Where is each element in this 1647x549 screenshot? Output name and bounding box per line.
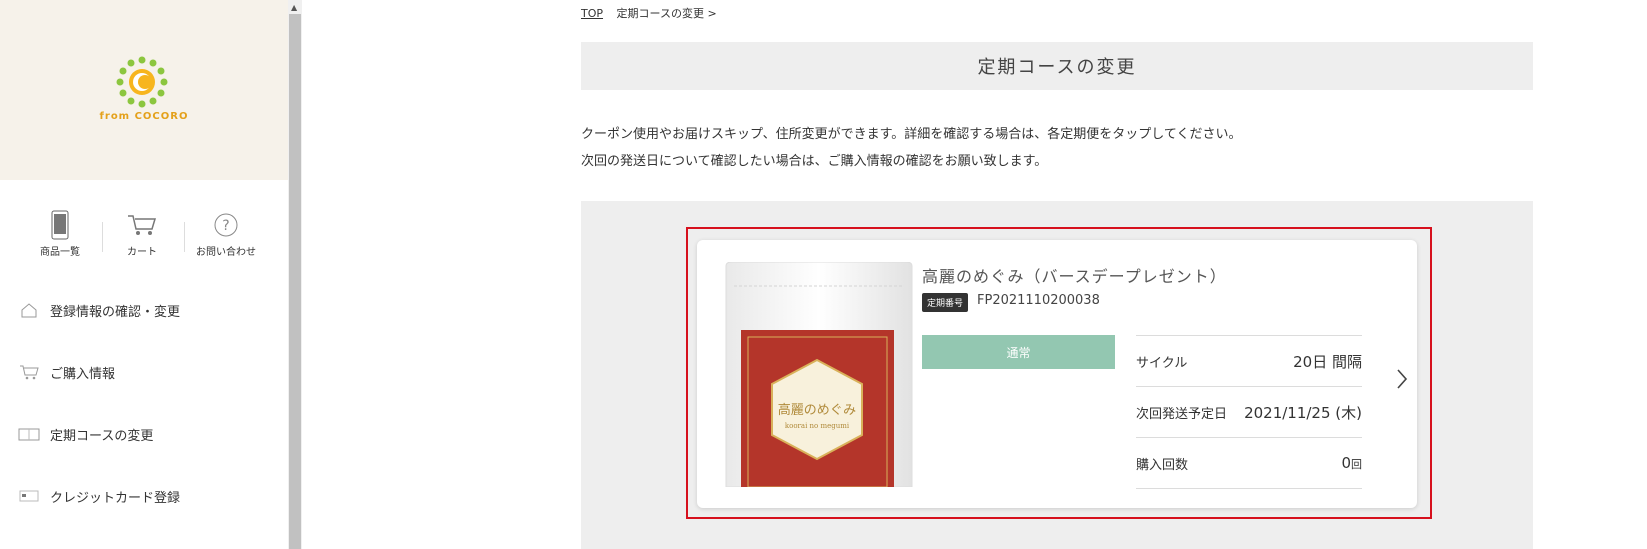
- logo-flower-icon: [116, 56, 168, 108]
- scrollbar[interactable]: ▲: [288, 0, 302, 549]
- chevron-right-icon[interactable]: [1395, 368, 1409, 390]
- quick-nav-contact[interactable]: ? お問い合わせ: [184, 210, 268, 258]
- package-sublabel: koorai no megumi: [785, 422, 850, 430]
- breadcrumb: TOP 定期コースの変更 >: [581, 5, 717, 21]
- sidebar: from COCORO 商品一覧 カート ? お問い合わせ 登録情報の確認・変更…: [0, 0, 288, 549]
- info-value: 20日 間隔: [1293, 352, 1362, 371]
- card-icon: [18, 488, 40, 504]
- menu-item-label: 登録情報の確認・変更: [50, 304, 181, 320]
- phone-icon: [18, 210, 102, 240]
- breadcrumb-current: 定期コースの変更 >: [616, 7, 717, 20]
- description-line: クーポン使用やお届けスキップ、住所変更ができます。詳細を確認する場合は、各定期便…: [581, 127, 1242, 142]
- page-title: 定期コースの変更: [977, 57, 1137, 78]
- menu-item-purchase-info[interactable]: ご購入情報: [18, 360, 278, 384]
- menu-item-credit-card[interactable]: クレジットカード登録: [18, 484, 278, 508]
- info-label: サイクル: [1136, 355, 1188, 371]
- description-line: 次回の発送日について確認したい場合は、ご購入情報の確認をお願い致します。: [581, 154, 1048, 169]
- menu-item-label: クレジットカード登録: [50, 490, 181, 506]
- order-number-label: 定期番号: [922, 293, 969, 312]
- product-name: 高麗のめぐみ（バースデープレゼント）: [922, 267, 1227, 286]
- product-package-image: 高麗のめぐみ koorai no megumi: [725, 262, 913, 487]
- logo-area[interactable]: from COCORO: [0, 0, 288, 180]
- cart-icon: [18, 364, 40, 380]
- calendar-icon: [18, 426, 40, 442]
- menu-item-registration[interactable]: 登録情報の確認・変更: [18, 298, 278, 322]
- scroll-up-icon[interactable]: ▲: [291, 3, 297, 12]
- question-icon: ?: [184, 210, 268, 240]
- info-value: 0: [1341, 454, 1351, 472]
- info-label: 購入回数: [1136, 457, 1189, 473]
- package-label: 高麗のめぐみ: [778, 402, 856, 418]
- logo-text: from COCORO: [99, 111, 189, 122]
- info-value: 2021/11/25 (木): [1244, 403, 1362, 422]
- page-title-bar: 定期コースの変更: [581, 42, 1533, 90]
- cart-icon: [100, 210, 184, 240]
- info-unit: 回: [1351, 458, 1362, 471]
- svg-text:?: ?: [222, 218, 229, 234]
- order-number: FP2021110200038: [977, 293, 1100, 308]
- breadcrumb-top-link[interactable]: TOP: [581, 7, 603, 20]
- status-badge: 通常: [922, 335, 1115, 369]
- quick-nav-cart[interactable]: カート: [100, 210, 184, 258]
- info-row-next-ship: 次回発送予定日 2021/11/25 (木): [1136, 386, 1362, 437]
- quick-nav-label: カート: [127, 247, 157, 258]
- menu-item-label: 定期コースの変更: [50, 428, 154, 444]
- menu-item-label: ご購入情報: [50, 366, 116, 382]
- quick-nav-label: お問い合わせ: [196, 247, 256, 258]
- menu-item-course-change[interactable]: 定期コースの変更: [18, 422, 278, 446]
- house-icon: [18, 302, 40, 318]
- page-description: クーポン使用やお届けスキップ、住所変更ができます。詳細を確認する場合は、各定期便…: [581, 121, 1242, 175]
- info-label: 次回発送予定日: [1136, 406, 1228, 422]
- scrollbar-thumb[interactable]: [289, 14, 301, 549]
- quick-nav-label: 商品一覧: [40, 247, 80, 258]
- info-row-purchase-count: 購入回数 0回: [1136, 437, 1362, 489]
- info-row-cycle: サイクル 20日 間隔: [1136, 335, 1362, 386]
- course-info-table: サイクル 20日 間隔 次回発送予定日 2021/11/25 (木) 購入回数 …: [1136, 335, 1362, 489]
- quick-nav-products[interactable]: 商品一覧: [18, 210, 102, 258]
- quick-nav: 商品一覧 カート ? お問い合わせ: [18, 210, 268, 270]
